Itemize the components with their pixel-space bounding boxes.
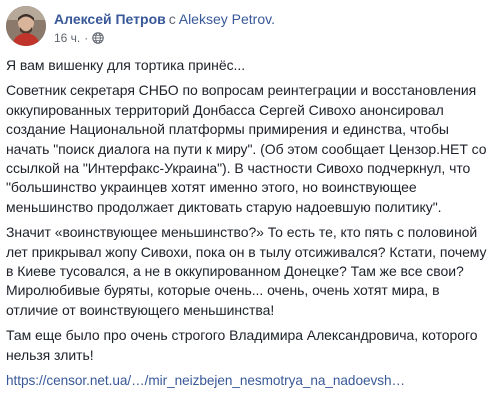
tagged-user-link[interactable]: Aleksey Petrov. (179, 11, 275, 27)
meta-separator: · (84, 31, 89, 45)
post-meta: 16 ч. · (54, 30, 105, 46)
post-body: Я вам вишенку для тортика принёс... Сове… (6, 56, 492, 397)
author-line: Алексей Петров с Aleksey Petrov. (54, 10, 275, 28)
avatar-image (6, 6, 46, 46)
post-header: Алексей Петров с Aleksey Petrov. 16 ч. · (6, 6, 492, 50)
post-paragraph-2: Советник секретаря СНБО по вопросам реин… (6, 82, 487, 215)
post-paragraph-4: Там еще было про очень строгого Владимир… (6, 327, 478, 363)
globe-icon[interactable] (92, 32, 105, 44)
post-paragraph-3: Значит «воинствующее меньшинство?» То ес… (6, 224, 487, 318)
post-paragraph-1: Я вам вишенку для тортика принёс... (6, 57, 246, 73)
post-timestamp[interactable]: 16 ч. (54, 30, 80, 46)
author-separator: с (168, 11, 176, 27)
avatar[interactable] (6, 6, 46, 46)
author-name-link[interactable]: Алексей Петров (54, 11, 166, 27)
post-external-link[interactable]: https://censor.net.ua/…/mir_neizbejen_ne… (6, 373, 405, 388)
